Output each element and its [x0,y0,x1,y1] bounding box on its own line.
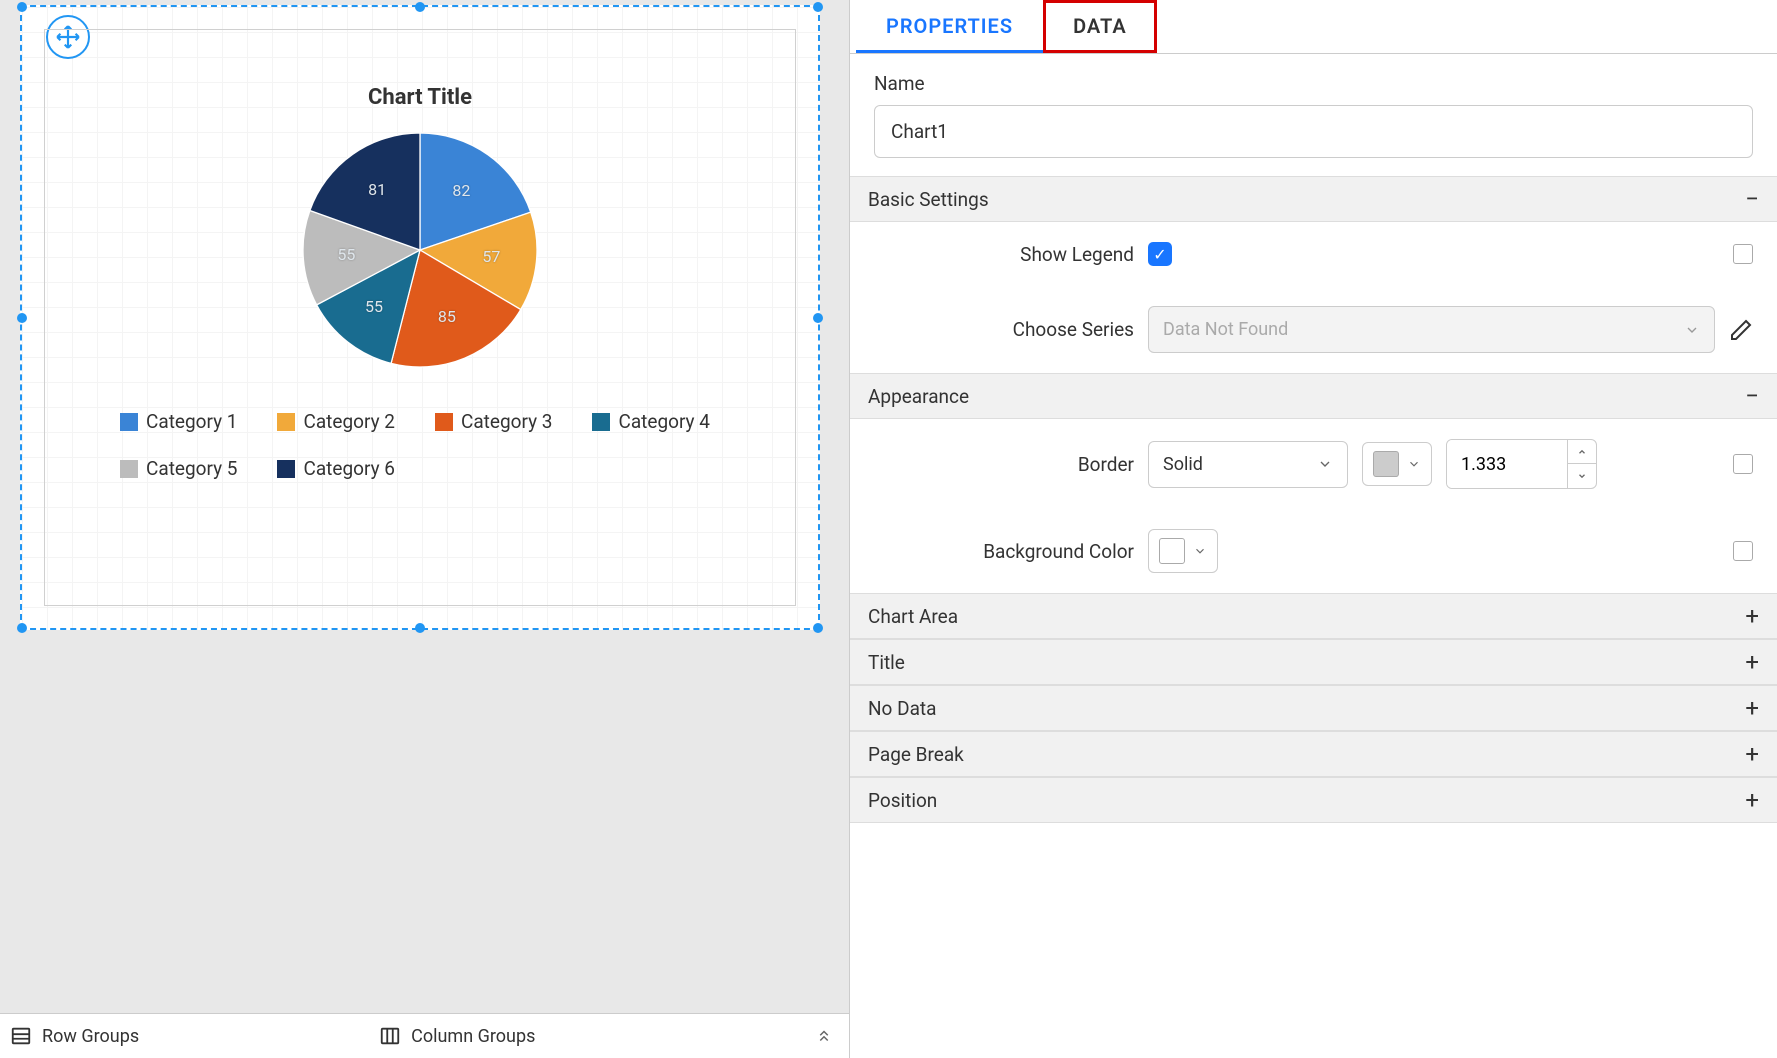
resize-handle[interactable] [415,2,425,12]
border-width-stepper[interactable] [1446,439,1597,489]
rows-icon [10,1025,32,1047]
tab-data[interactable]: DATA [1043,0,1157,53]
resize-handle[interactable] [813,313,823,323]
border-label: Border [874,453,1134,476]
section-title: Page Break [868,743,964,766]
bg-color-label: Background Color [874,540,1134,563]
legend-item: Category 4 [592,410,709,433]
collapse-footer-icon[interactable] [815,1027,833,1045]
border-width-input[interactable] [1447,440,1567,488]
section-title: Basic Settings [868,188,989,211]
section-appearance[interactable]: Appearance − [850,373,1777,419]
row-groups-label: Row Groups [42,1026,139,1047]
section-no-data[interactable]: No Data + [850,685,1777,731]
show-legend-checkbox[interactable]: ✓ [1148,242,1172,266]
column-groups-section[interactable]: Column Groups [379,1025,535,1047]
section-title-section[interactable]: Title + [850,639,1777,685]
choose-series-label: Choose Series [874,318,1134,341]
section-position[interactable]: Position + [850,777,1777,823]
resize-handle[interactable] [17,2,27,12]
bg-color-picker[interactable] [1148,529,1218,573]
resize-handle[interactable] [813,623,823,633]
section-title: Title [868,651,905,674]
tab-properties[interactable]: PROPERTIES [856,0,1043,53]
expand-icon: + [1745,788,1759,812]
resize-handle[interactable] [415,623,425,633]
chart-element[interactable]: Chart Title 825785555581 Category 1Categ… [20,5,820,630]
properties-panel: PROPERTIES DATA Name Basic Settings − Sh… [850,0,1777,1058]
expand-icon: + [1745,696,1759,720]
edit-series-icon[interactable] [1729,318,1753,342]
expand-icon: + [1745,604,1759,628]
legend-item: Category 5 [120,457,237,480]
groups-footer: Row Groups Column Groups [0,1013,849,1058]
chevron-down-icon [1684,322,1700,338]
name-input[interactable] [874,105,1753,158]
show-legend-label: Show Legend [874,243,1134,266]
legend-item: Category 6 [277,457,394,480]
color-swatch [1159,538,1185,564]
choose-series-placeholder: Data Not Found [1163,319,1288,340]
chevron-down-icon [1193,544,1207,558]
step-up-icon[interactable] [1568,440,1596,464]
columns-icon [379,1025,401,1047]
section-basic-settings[interactable]: Basic Settings − [850,176,1777,222]
border-color-picker[interactable] [1362,442,1432,486]
section-title: Chart Area [868,605,958,628]
expression-toggle[interactable] [1733,454,1753,474]
name-label: Name [874,72,1753,95]
section-page-break[interactable]: Page Break + [850,731,1777,777]
step-down-icon[interactable] [1568,464,1596,488]
section-chart-area[interactable]: Chart Area + [850,593,1777,639]
expression-toggle[interactable] [1733,244,1753,264]
expand-icon: + [1745,742,1759,766]
chevron-down-icon [1407,457,1421,471]
legend-item: Category 3 [435,410,552,433]
chart-legend: Category 1 Category 2 Category 3 Category 4… [100,410,740,480]
design-canvas[interactable]: Chart Title 825785555581 Category 1Categ… [0,0,850,1058]
expand-icon: + [1745,650,1759,674]
color-swatch [1373,451,1399,477]
chevron-down-icon [1317,456,1333,472]
legend-item: Category 2 [277,410,394,433]
section-title: Position [868,789,937,812]
collapse-icon: − [1745,187,1759,211]
expression-toggle[interactable] [1733,541,1753,561]
collapse-icon: − [1745,384,1759,408]
section-title: Appearance [868,385,969,408]
border-style-select[interactable]: Solid [1148,441,1348,488]
pie-chart: 825785555581 [290,120,550,380]
choose-series-select[interactable]: Data Not Found [1148,306,1715,353]
row-groups-section[interactable]: Row Groups [10,1025,139,1047]
section-title: No Data [868,697,936,720]
resize-handle[interactable] [17,623,27,633]
resize-handle[interactable] [813,2,823,12]
panel-tabs: PROPERTIES DATA [850,0,1777,54]
border-style-value: Solid [1163,454,1203,475]
chart-title: Chart Title [368,85,472,110]
resize-handle[interactable] [17,313,27,323]
column-groups-label: Column Groups [411,1026,535,1047]
legend-item: Category 1 [120,410,237,433]
